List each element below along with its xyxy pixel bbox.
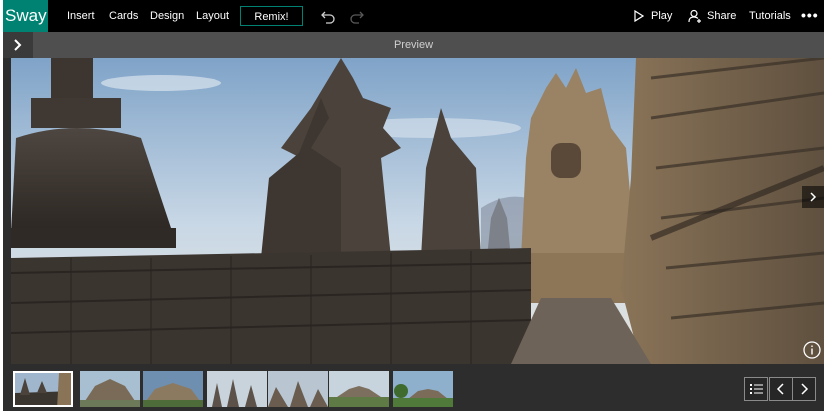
preview-title: Preview bbox=[393, 39, 434, 51]
thumbnail-2[interactable] bbox=[80, 371, 140, 407]
previous-button[interactable] bbox=[769, 377, 793, 401]
next-slide-button[interactable] bbox=[802, 186, 824, 208]
undo-icon[interactable] bbox=[320, 8, 336, 24]
info-icon bbox=[803, 341, 821, 359]
next-button[interactable] bbox=[792, 377, 816, 401]
chevron-left-icon bbox=[776, 383, 784, 395]
thumbnail-5[interactable] bbox=[268, 371, 328, 407]
tutorials-button[interactable]: Tutorials bbox=[749, 0, 791, 32]
temple-photo bbox=[11, 58, 824, 364]
navigation-list-button[interactable] bbox=[744, 377, 768, 401]
play-icon[interactable] bbox=[634, 10, 644, 22]
thumbnail-6[interactable] bbox=[329, 371, 389, 407]
info-button[interactable] bbox=[802, 340, 822, 360]
remix-button[interactable]: Remix! bbox=[240, 6, 303, 26]
design-menu[interactable]: Design bbox=[150, 0, 184, 32]
redo-icon[interactable] bbox=[349, 8, 365, 24]
hero-image bbox=[11, 58, 824, 364]
filmstrip bbox=[3, 364, 824, 411]
thumbnail-7[interactable] bbox=[393, 371, 453, 407]
chevron-right-icon bbox=[810, 192, 817, 202]
layout-menu[interactable]: Layout bbox=[196, 0, 229, 32]
sway-logo[interactable]: Sway bbox=[3, 0, 48, 32]
thumbnail-1[interactable] bbox=[13, 371, 73, 407]
thumbnail-3[interactable] bbox=[143, 371, 203, 407]
share-button[interactable]: Share bbox=[707, 0, 736, 32]
preview-bar: Preview bbox=[3, 32, 824, 58]
sway-window: Sway Insert Cards Design Layout Remix! P… bbox=[3, 0, 824, 411]
thumbnail-4[interactable] bbox=[207, 371, 267, 407]
play-button[interactable]: Play bbox=[651, 0, 672, 32]
list-icon bbox=[750, 384, 763, 394]
top-bar: Sway Insert Cards Design Layout Remix! P… bbox=[3, 0, 824, 32]
share-icon[interactable] bbox=[688, 9, 702, 23]
insert-menu[interactable]: Insert bbox=[67, 0, 95, 32]
more-options-button[interactable]: ••• bbox=[801, 0, 819, 32]
cards-menu[interactable]: Cards bbox=[109, 0, 138, 32]
chevron-right-icon bbox=[801, 383, 809, 395]
